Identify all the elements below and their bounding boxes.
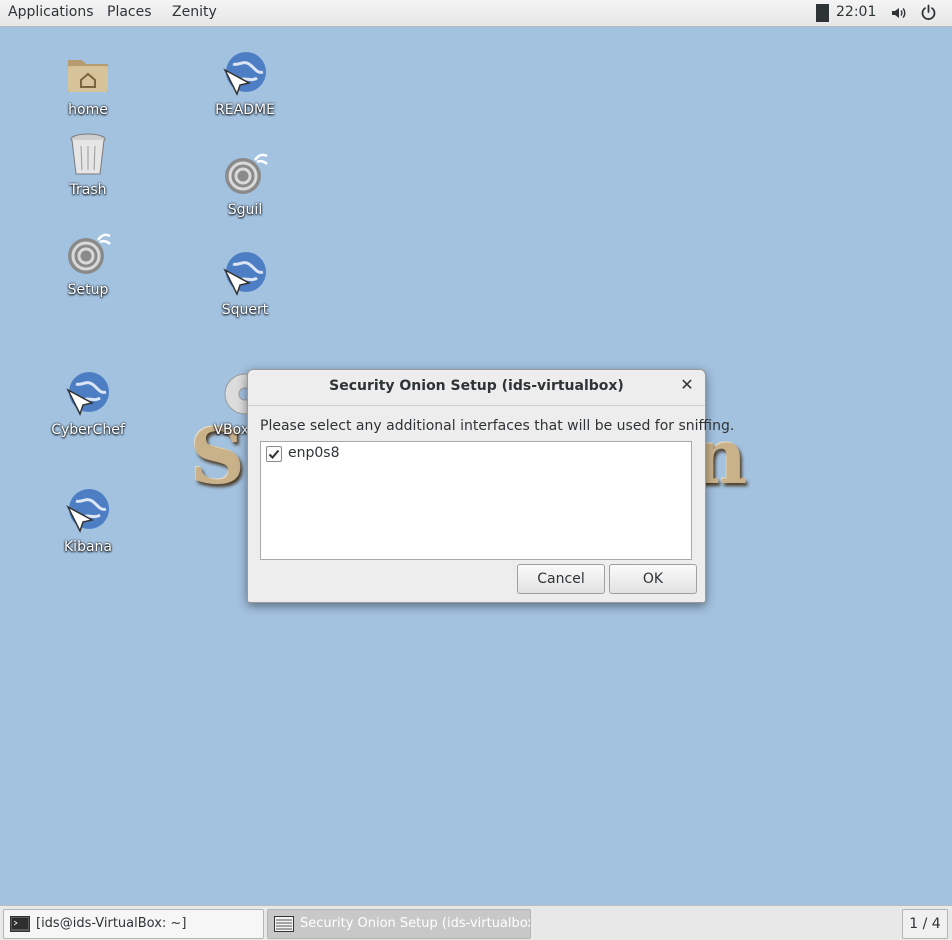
desktop-icon-cyberchef[interactable]: CyberChef	[38, 370, 138, 438]
desktop-icon-home[interactable]: home	[38, 50, 138, 118]
onion-icon	[221, 150, 269, 198]
interface-checkbox[interactable]	[266, 446, 282, 462]
terminal-icon	[10, 916, 30, 932]
desktop-icon-squert[interactable]: Squert	[195, 250, 295, 318]
web-link-icon	[221, 50, 269, 98]
ok-button[interactable]: OK	[609, 564, 697, 594]
web-link-icon	[64, 487, 112, 535]
interface-name: enp0s8	[288, 445, 340, 461]
workspace-indicator	[816, 4, 829, 22]
setup-dialog: Security Onion Setup (ids-virtualbox) ✕ …	[247, 369, 734, 603]
cancel-button[interactable]: Cancel	[517, 564, 605, 594]
desktop-icon-label: Sguil	[227, 202, 263, 218]
web-link-icon	[64, 370, 112, 418]
workspace-switcher[interactable]: 1 / 4	[902, 909, 948, 939]
taskbar-item-label: [ids@ids-VirtualBox: ~]	[36, 916, 187, 931]
trash-icon	[64, 130, 112, 178]
desktop-icon-readme[interactable]: README	[195, 50, 295, 118]
onion-icon	[64, 230, 112, 278]
checkmark-icon	[268, 449, 280, 459]
desktop-icon-label: CyberChef	[51, 422, 125, 438]
zenity-menu[interactable]: Zenity	[172, 4, 217, 20]
desktop-icon-kibana[interactable]: Kibana	[38, 487, 138, 555]
desktop-icon-label: README	[215, 102, 275, 118]
desktop-icon-label: Kibana	[64, 539, 112, 555]
taskbar-item-setup[interactable]: Security Onion Setup (ids-virtualbox)	[267, 909, 531, 939]
dialog-title: Security Onion Setup (ids-virtualbox)	[329, 378, 624, 394]
list-item[interactable]: enp0s8	[265, 445, 685, 465]
web-link-icon	[221, 250, 269, 298]
clock[interactable]: 22:01	[836, 4, 876, 20]
taskbar-item-label: Security Onion Setup (ids-virtualbox)	[300, 916, 531, 931]
top-panel: Applications Places Zenity 22:01	[0, 0, 952, 27]
places-menu[interactable]: Places	[107, 4, 152, 20]
dialog-message: Please select any additional interfaces …	[260, 418, 735, 434]
taskbar-item-terminal[interactable]: [ids@ids-VirtualBox: ~]	[3, 909, 264, 939]
desktop-icon-label: Setup	[67, 282, 109, 298]
interface-list[interactable]: enp0s8	[260, 441, 692, 560]
desktop-icon-trash[interactable]: Trash	[38, 130, 138, 198]
home-folder-icon	[64, 50, 112, 98]
desktop-icon-sguil[interactable]: Sguil	[195, 150, 295, 218]
desktop-icon-label: home	[68, 102, 108, 118]
desktop-icon-label: Trash	[69, 182, 107, 198]
bottom-panel: [ids@ids-VirtualBox: ~] Security Onion S…	[0, 905, 952, 940]
applications-menu[interactable]: Applications	[8, 4, 94, 20]
desktop-icon-label: Squert	[221, 302, 269, 318]
list-dialog-icon	[274, 916, 294, 932]
volume-icon[interactable]	[891, 5, 907, 21]
desktop-icon-setup[interactable]: Setup	[38, 230, 138, 298]
power-icon[interactable]	[920, 4, 937, 21]
close-icon[interactable]: ✕	[678, 376, 696, 394]
title-divider	[248, 405, 705, 406]
